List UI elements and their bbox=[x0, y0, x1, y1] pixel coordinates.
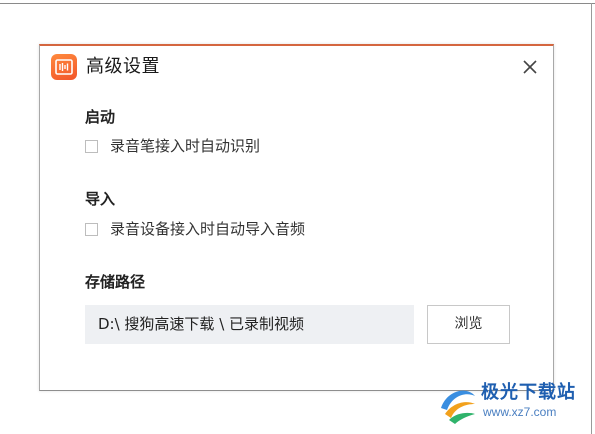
auto-import-checkbox[interactable] bbox=[85, 222, 98, 236]
watermark-site-name: 极光下载站 bbox=[481, 382, 576, 403]
startup-section-label: 启动 bbox=[85, 108, 116, 126]
watermark: 极光下载站 www.xz7.com bbox=[437, 380, 587, 426]
aurora-logo-icon bbox=[441, 390, 475, 424]
background-divider bbox=[0, 3, 595, 4]
storage-path-field[interactable]: D:\ 搜狗高速下载 \ 已录制视频 bbox=[85, 305, 414, 344]
background-edge bbox=[591, 3, 592, 434]
import-section-label: 导入 bbox=[85, 190, 116, 208]
advanced-settings-dialog: 高级设置 启动 录音笔接入时自动识别 导入 录音设备接入时自动导入音频 存储路径… bbox=[39, 44, 554, 391]
auto-recognize-checkbox[interactable] bbox=[85, 139, 98, 153]
auto-recognize-option[interactable]: 录音笔接入时自动识别 bbox=[85, 136, 260, 156]
browse-button[interactable]: 浏览 bbox=[427, 305, 510, 344]
auto-import-label: 录音设备接入时自动导入音频 bbox=[110, 220, 306, 238]
auto-recognize-label: 录音笔接入时自动识别 bbox=[110, 137, 261, 155]
close-icon bbox=[523, 60, 537, 74]
dialog-title: 高级设置 bbox=[86, 56, 160, 77]
page: 高级设置 启动 录音笔接入时自动识别 导入 录音设备接入时自动导入音频 存储路径… bbox=[0, 0, 595, 434]
storage-path-label: 存储路径 bbox=[85, 273, 146, 291]
recorder-app-icon bbox=[51, 54, 77, 80]
auto-import-option[interactable]: 录音设备接入时自动导入音频 bbox=[85, 219, 305, 239]
watermark-url: www.xz7.com bbox=[483, 405, 557, 419]
close-button[interactable] bbox=[519, 56, 541, 78]
